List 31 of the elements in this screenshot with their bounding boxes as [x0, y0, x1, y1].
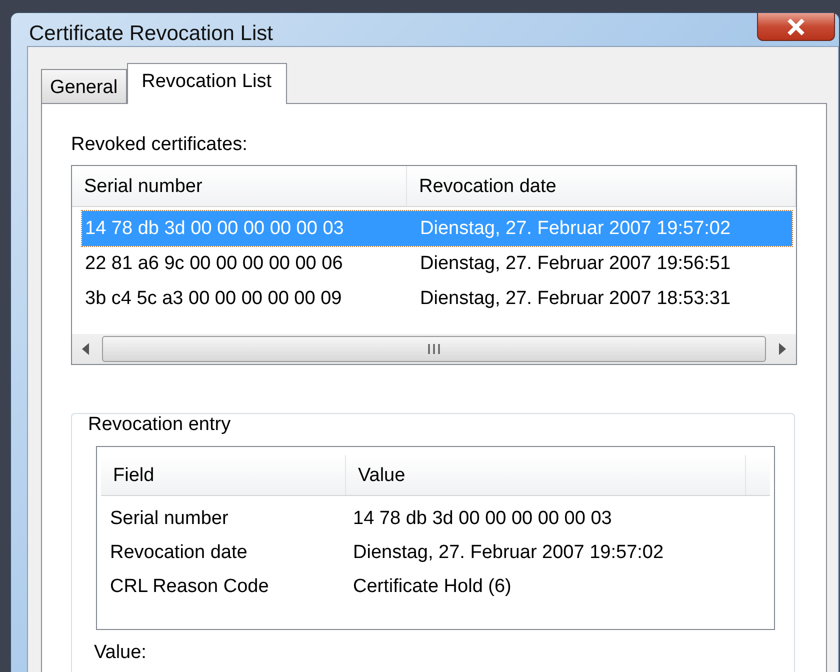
grip-icon [427, 343, 441, 355]
scroll-right-icon[interactable] [778, 343, 786, 355]
serial-number: 14 78 db 3d 00 00 00 00 00 03 [84, 218, 345, 240]
field-name: CRL Reason Code [110, 576, 270, 598]
group-title: Revocation entry [87, 414, 232, 435]
value-label: Value: [94, 642, 148, 664]
close-icon [785, 18, 807, 36]
scrollbar-thumb[interactable] [102, 336, 766, 362]
scroll-left-icon[interactable] [82, 343, 90, 355]
column-header[interactable]: Value [346, 455, 746, 495]
field-value: Dienstag, 27. Februar 2007 19:57:02 [353, 542, 664, 564]
serial-number: 3b c4 5c a3 00 00 00 00 00 09 [84, 288, 343, 310]
horizontal-scrollbar[interactable] [72, 334, 796, 364]
field-value: 14 78 db 3d 00 00 00 00 00 03 [353, 508, 612, 530]
window-title: Certificate Revocation List [28, 21, 273, 46]
close-button[interactable] [757, 13, 835, 41]
field-name: Serial number [110, 508, 230, 530]
list-label: Revoked certificates: [71, 134, 248, 156]
column-header[interactable]: Field [101, 455, 346, 495]
column-header[interactable]: Revocation date [407, 166, 796, 206]
column-header[interactable]: Serial number [72, 166, 407, 206]
tab[interactable]: Revocation List [126, 63, 287, 104]
revocation-date: Dienstag, 27. Februar 2007 18:53:31 [419, 288, 732, 310]
field-name: Revocation date [110, 542, 248, 564]
tab[interactable]: General [41, 69, 127, 103]
revocation-date: Dienstag, 27. Februar 2007 19:57:02 [419, 218, 732, 240]
revocation-date: Dienstag, 27. Februar 2007 19:56:51 [419, 252, 732, 274]
serial-number: 22 81 a6 9c 00 00 00 00 00 06 [84, 252, 344, 274]
list-row[interactable]: 3b c4 5c a3 00 00 00 00 00 09 Dienstag, 27. Februar 2007 18:53:31 [82, 281, 792, 316]
field-value: Certificate Hold (6) [353, 576, 512, 598]
list-row[interactable]: 22 81 a6 9c 00 00 00 00 00 06 Dienstag, 27. Februar 2007 19:56:51 [82, 246, 792, 281]
